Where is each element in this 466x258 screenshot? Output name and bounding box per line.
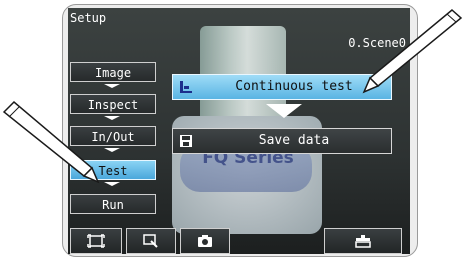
nav-inout-button[interactable]: In/Out: [70, 126, 156, 146]
nav-arrow-icon: [104, 84, 120, 88]
save-data-label: Save data: [258, 133, 330, 148]
touch-screen: FQ Series Setup 0.Scene0 Image Inspect I…: [68, 8, 410, 254]
continuous-test-label: Continuous test: [235, 79, 353, 94]
test-chart-icon: [180, 81, 192, 93]
zoom-icon: [143, 234, 158, 248]
zoom-button[interactable]: [126, 228, 176, 254]
product-cap: [200, 26, 286, 116]
screen-title: Setup: [70, 11, 107, 25]
tools-button[interactable]: [324, 228, 402, 254]
save-disk-icon: [180, 135, 192, 147]
frame-fit-button[interactable]: [70, 228, 122, 254]
tools-icon: [355, 235, 371, 248]
nav-inspect-button[interactable]: Inspect: [70, 94, 156, 114]
nav-run-button[interactable]: Run: [70, 194, 156, 214]
nav-arrow-icon: [104, 182, 120, 186]
nav-test-button[interactable]: Test: [70, 160, 156, 180]
nav-image-button[interactable]: Image: [70, 62, 156, 82]
nav-arrow-icon: [104, 116, 120, 120]
nav-arrow-icon: [104, 148, 120, 152]
capture-button[interactable]: [180, 228, 230, 254]
bottom-toolbar: [68, 226, 410, 254]
camera-icon: [198, 235, 212, 247]
frame-fit-icon: [87, 234, 105, 248]
flow-arrow-icon: [266, 104, 302, 118]
continuous-test-button[interactable]: Continuous test: [172, 74, 392, 100]
scene-indicator: 0.Scene0: [348, 36, 406, 50]
save-data-button[interactable]: Save data: [172, 128, 392, 154]
